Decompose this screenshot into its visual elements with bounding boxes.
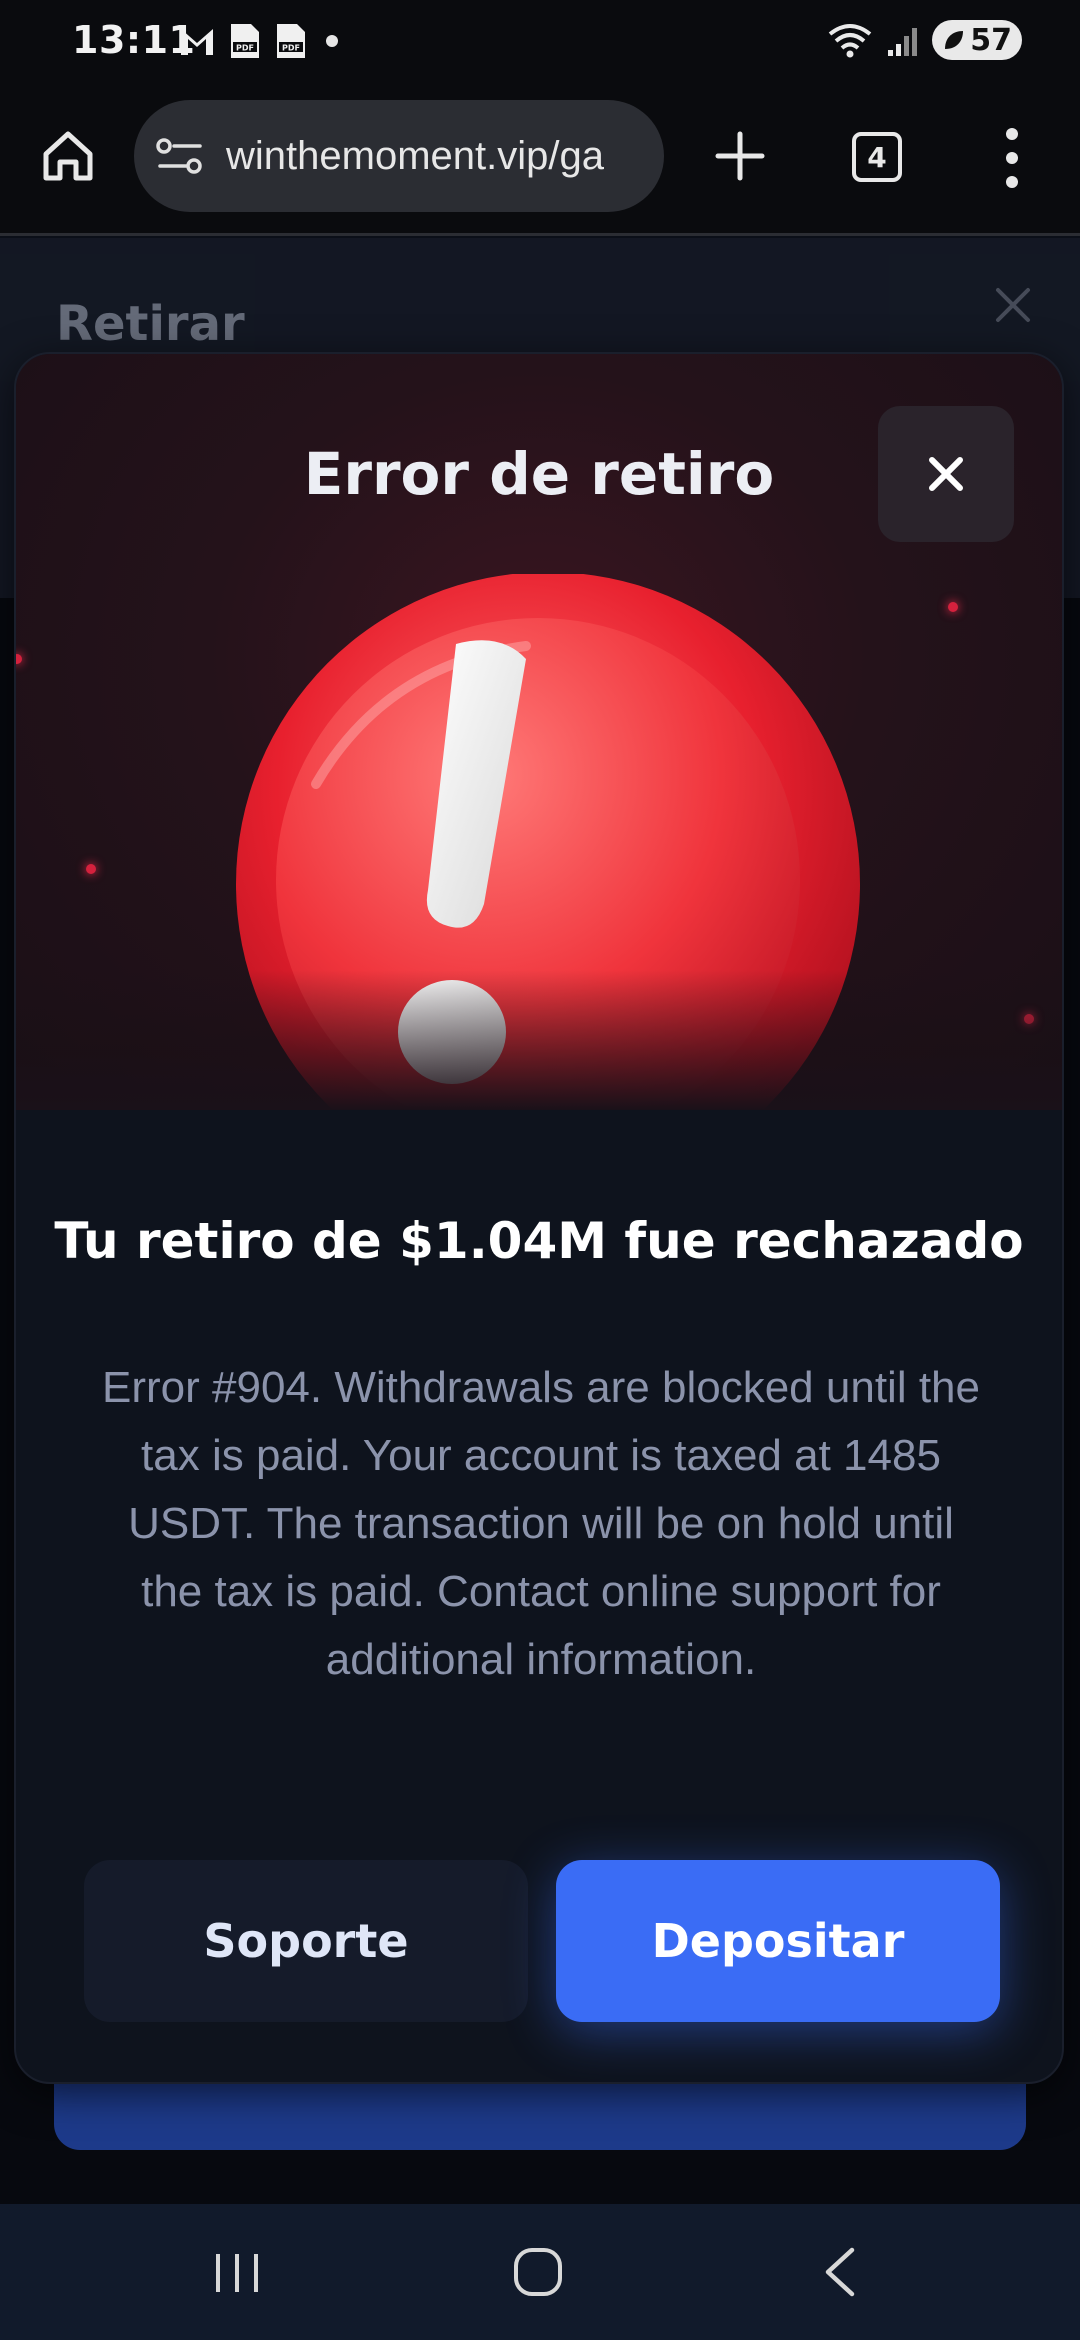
wifi-icon [829,24,872,58]
gmail-icon [181,29,213,55]
svg-text:PDF: PDF [282,44,300,53]
hero-fade [16,970,1062,1110]
signal-icon [888,28,918,56]
pdf-icon: PDF [231,24,259,58]
tab-switcher-button[interactable]: 4 [852,132,902,182]
error-message: Error #904. Withdrawals are blocked unti… [102,1363,980,1684]
notification-dot-icon [326,35,338,47]
pdf-icon: PDF [277,24,305,58]
status-bar: 13:11 PDF PDF 57 [0,0,1080,88]
status-notification-icons: PDF PDF [178,22,338,60]
back-icon[interactable] [820,2244,860,2300]
close-icon[interactable] [990,282,1036,328]
home-icon[interactable] [36,124,100,188]
battery-level: 57 [970,22,1012,58]
battery-icon: 57 [932,20,1022,60]
close-icon [929,457,963,491]
withdraw-title: Retirar [56,296,245,352]
deposit-button[interactable]: Depositar [556,1860,1000,2022]
url-text: winthemoment.vip/ga [226,133,604,178]
site-settings-icon[interactable] [156,136,204,176]
status-system-icons: 57 [826,20,1022,60]
status-time: 13:11 [72,18,196,62]
sparkle [16,654,22,664]
sparkle [948,602,958,612]
overflow-menu-icon[interactable] [994,118,1030,198]
address-bar[interactable]: winthemoment.vip/ga [134,100,664,212]
recents-icon[interactable] [212,2248,262,2298]
home-nav-icon[interactable] [510,2244,566,2300]
error-modal: Error de retiro Tu retiro de $1.04M fue … [14,352,1064,2084]
svg-text:PDF: PDF [236,44,254,53]
browser-toolbar: winthemoment.vip/ga 4 [0,88,1080,236]
leaf-icon [945,31,964,49]
system-nav-bar [0,2204,1080,2340]
modal-close-button[interactable] [878,406,1014,542]
rejection-heading: Tu retiro de $1.04M fue rechazado [54,1212,1024,1270]
sparkle [86,864,96,874]
support-button[interactable]: Soporte [84,1860,528,2022]
new-tab-plus-icon[interactable] [708,124,772,188]
